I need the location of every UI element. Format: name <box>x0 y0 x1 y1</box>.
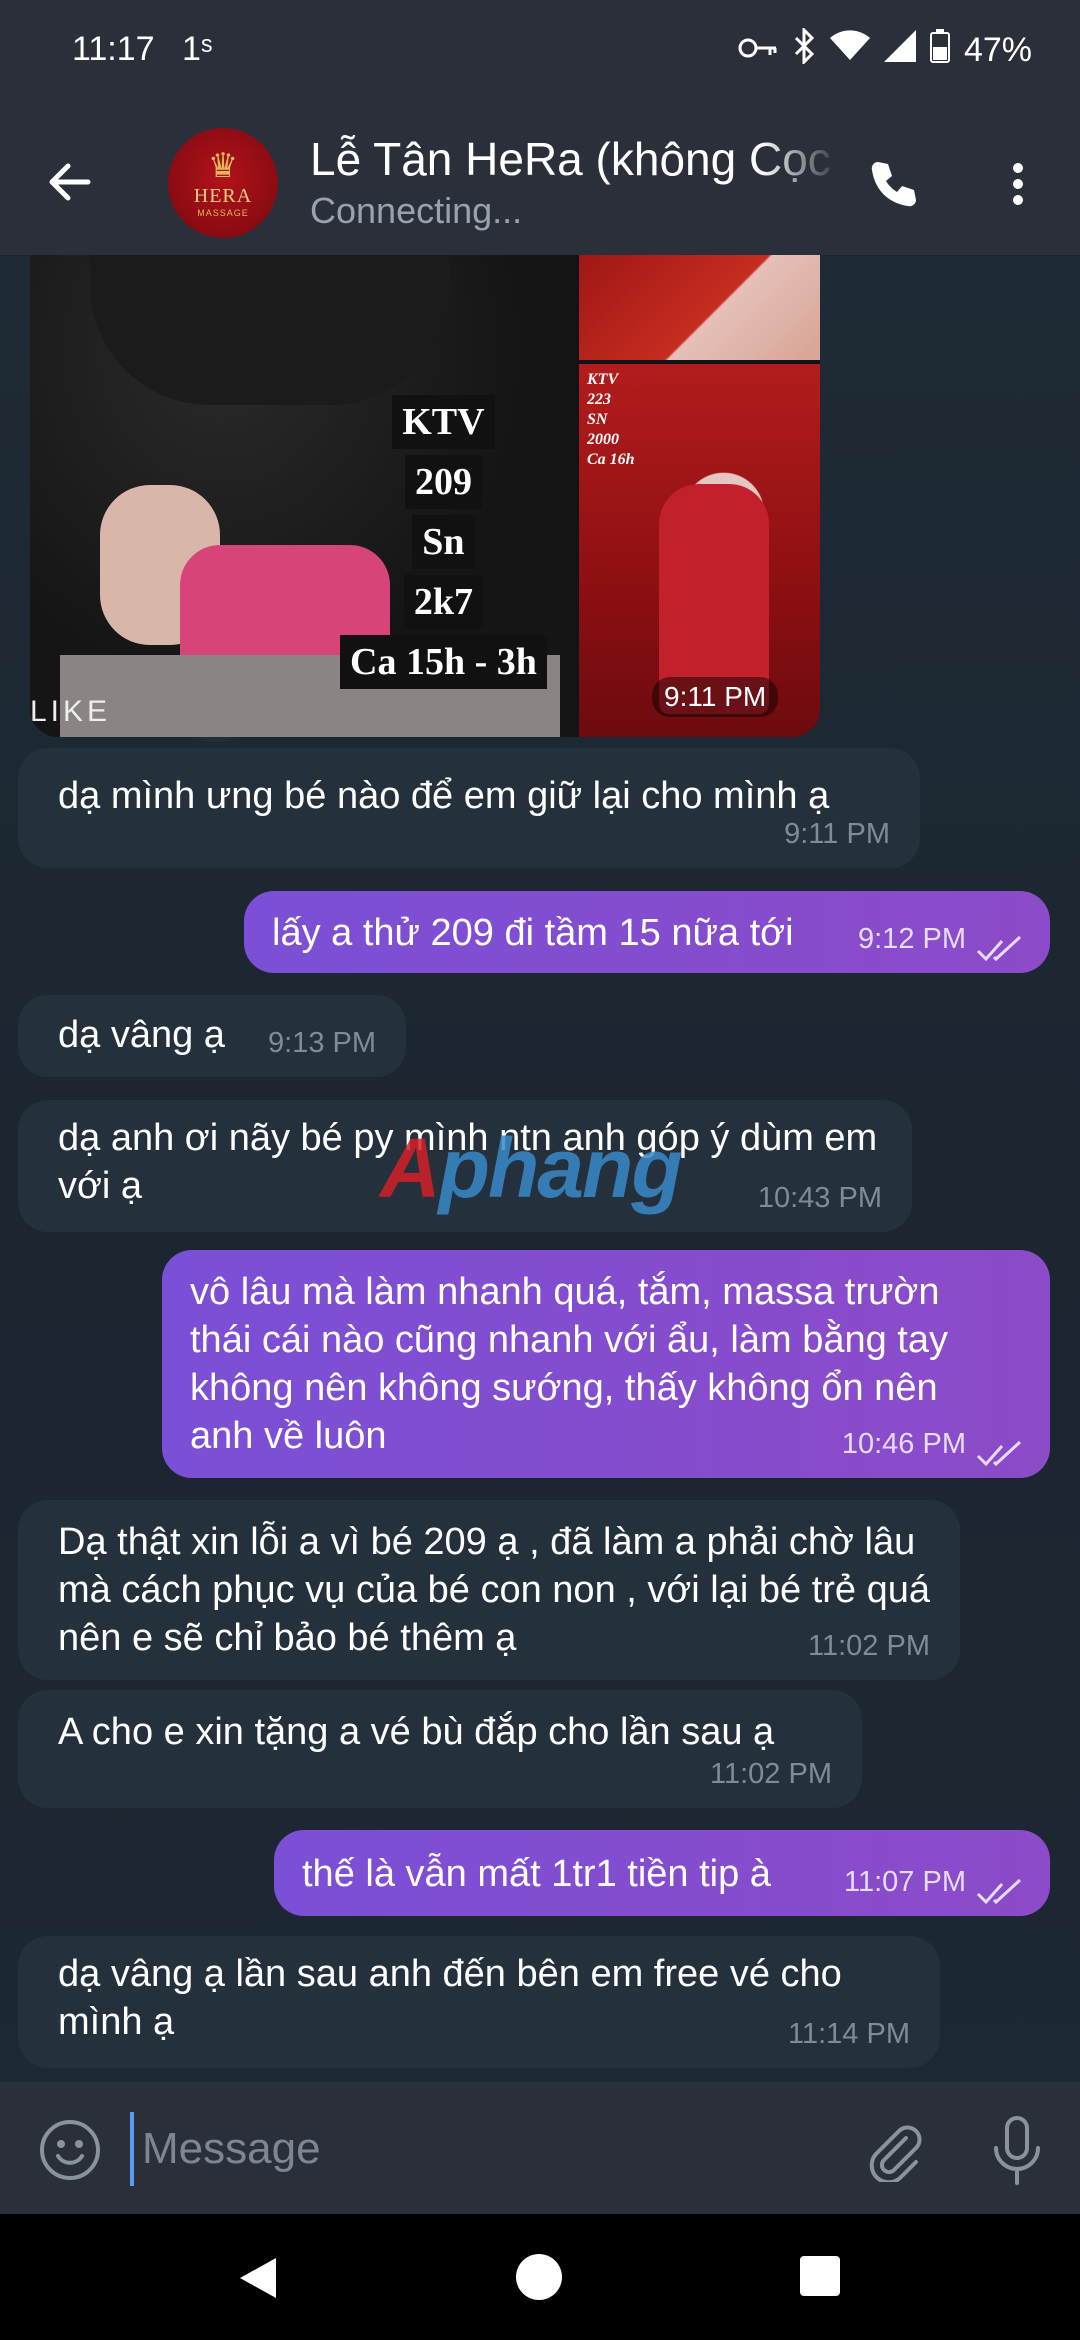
photo-tag: Ca 15h - 3h <box>340 635 547 689</box>
double-check-icon <box>976 1878 1022 1905</box>
watermark-part1: A <box>380 1121 441 1215</box>
watermark-part2: phang <box>438 1121 683 1215</box>
more-vertical-icon <box>1013 163 1023 205</box>
wifi-icon <box>829 30 870 71</box>
avatar[interactable]: ♛ HERA MASSAGE <box>168 128 278 238</box>
photo-top-right[interactable] <box>579 255 820 360</box>
status-time: 11:17 <box>72 30 155 68</box>
message-composer <box>0 2082 1080 2214</box>
photo-caption-tags: KTV 209 Sn 2k7 Ca 15h - 3h <box>340 395 547 689</box>
bluetooth-icon <box>792 26 816 73</box>
call-button[interactable] <box>866 156 922 212</box>
more-options-button[interactable] <box>1000 156 1036 212</box>
message-input[interactable] <box>130 2112 844 2186</box>
emoji-button[interactable] <box>38 2118 102 2182</box>
double-check-icon <box>976 935 1022 962</box>
photo-side-tags: KTV 223 SN 2000 Ca 16h <box>587 370 635 470</box>
cellular-icon <box>883 30 916 71</box>
message-incoming[interactable]: dạ vâng ạ 9:13 PM <box>18 995 406 1077</box>
key-icon <box>738 31 778 70</box>
photo-brand-text: LIKE <box>30 695 112 728</box>
triangle-back-icon <box>240 2258 276 2298</box>
message-outgoing[interactable]: lấy a thử 209 đi tầm 15 nữa tới 9:12 PM <box>244 891 1050 973</box>
photo-side-tag: Ca 16h <box>587 451 635 468</box>
message-time: 11:14 PM <box>788 2018 910 2050</box>
photo-side-tag: SN <box>587 411 608 428</box>
smiley-icon <box>40 2120 100 2180</box>
status-bar: 11:17 1ˢ 47% <box>0 0 1080 110</box>
photo-main[interactable]: LIKE KTV 209 Sn 2k7 Ca 15h - 3h <box>30 255 575 737</box>
phone-icon <box>871 162 916 207</box>
battery-icon <box>929 29 950 72</box>
connection-status: Connecting... <box>310 190 523 231</box>
message-time: 11:02 PM <box>710 1758 832 1790</box>
message-text: dạ mình ưng bé nào để em giữ lại cho mìn… <box>58 775 830 817</box>
avatar-brand: HERA <box>193 184 253 207</box>
chat-title[interactable]: Lễ Tân HeRa (không Cọc <box>310 132 840 186</box>
chat-header: ♛ HERA MASSAGE Lễ Tân HeRa (không Cọc Co… <box>0 110 1080 256</box>
message-incoming[interactable]: A cho e xin tặng a vé bù đắp cho lần sau… <box>18 1690 862 1808</box>
photo-shirt <box>90 255 450 405</box>
voice-record-button[interactable] <box>990 2114 1044 2186</box>
avatar-sub: MASSAGE <box>197 207 249 218</box>
media-timestamp: 9:11 PM <box>652 677 779 717</box>
watermark: Aphang <box>380 1120 683 1217</box>
message-text: A cho e xin tặng a vé bù đắp cho lần sau… <box>58 1711 775 1753</box>
message-time: 9:13 PM <box>268 1027 376 1059</box>
battery-percent: 47% <box>963 31 1032 69</box>
message-text: Dạ thật xin lỗi a vì bé 209 ạ , đã làm a… <box>58 1521 930 1659</box>
photo-side-tag: 223 <box>587 391 611 408</box>
double-check-icon <box>976 1440 1022 1467</box>
circle-home-icon <box>516 2254 562 2300</box>
message-incoming[interactable]: dạ vâng ạ lần sau anh đến bên em free vé… <box>18 1936 940 2068</box>
message-time: 10:43 PM <box>757 1182 882 1214</box>
message-incoming[interactable]: dạ mình ưng bé nào để em giữ lại cho mìn… <box>18 748 920 868</box>
microphone-icon <box>994 2116 1040 2185</box>
nav-recents-button[interactable] <box>800 2256 840 2296</box>
message-time: 11:07 PM <box>844 1866 966 1898</box>
photo-tag: 209 <box>404 455 482 509</box>
crown-icon: ♛ <box>207 146 239 185</box>
message-time: 10:46 PM <box>841 1428 966 1460</box>
photo-side-tag: 2000 <box>587 431 619 448</box>
photo-side-tag: KTV <box>587 371 619 388</box>
message-time: 11:02 PM <box>808 1630 930 1662</box>
message-outgoing[interactable]: thế là vẫn mất 1tr1 tiền tip à 11:07 PM <box>274 1830 1050 1916</box>
message-time: 9:12 PM <box>858 923 966 955</box>
message-outgoing[interactable]: vô lâu mà làm nhanh quá, tắm, massa trườ… <box>162 1250 1050 1478</box>
paperclip-icon <box>869 2125 922 2185</box>
media-album[interactable]: LIKE KTV 209 Sn 2k7 Ca 15h - 3h KTV 223 … <box>30 255 820 737</box>
nav-back-button[interactable] <box>234 2254 282 2302</box>
photo-tag: Sn <box>412 515 475 569</box>
arrow-left-icon <box>49 163 91 201</box>
message-incoming[interactable]: Dạ thật xin lỗi a vì bé 209 ạ , đã làm a… <box>18 1500 960 1680</box>
attach-button[interactable] <box>862 2118 926 2185</box>
status-icons: 47% <box>738 26 1032 73</box>
system-navigation-bar <box>0 2214 1080 2340</box>
message-time: 9:11 PM <box>784 818 890 850</box>
photo-tag: 2k7 <box>403 575 483 629</box>
nav-home-button[interactable] <box>514 2252 564 2302</box>
photo-tag: KTV <box>392 395 495 449</box>
status-notification-indicator: 1ˢ <box>182 30 213 68</box>
back-button[interactable] <box>38 150 102 214</box>
